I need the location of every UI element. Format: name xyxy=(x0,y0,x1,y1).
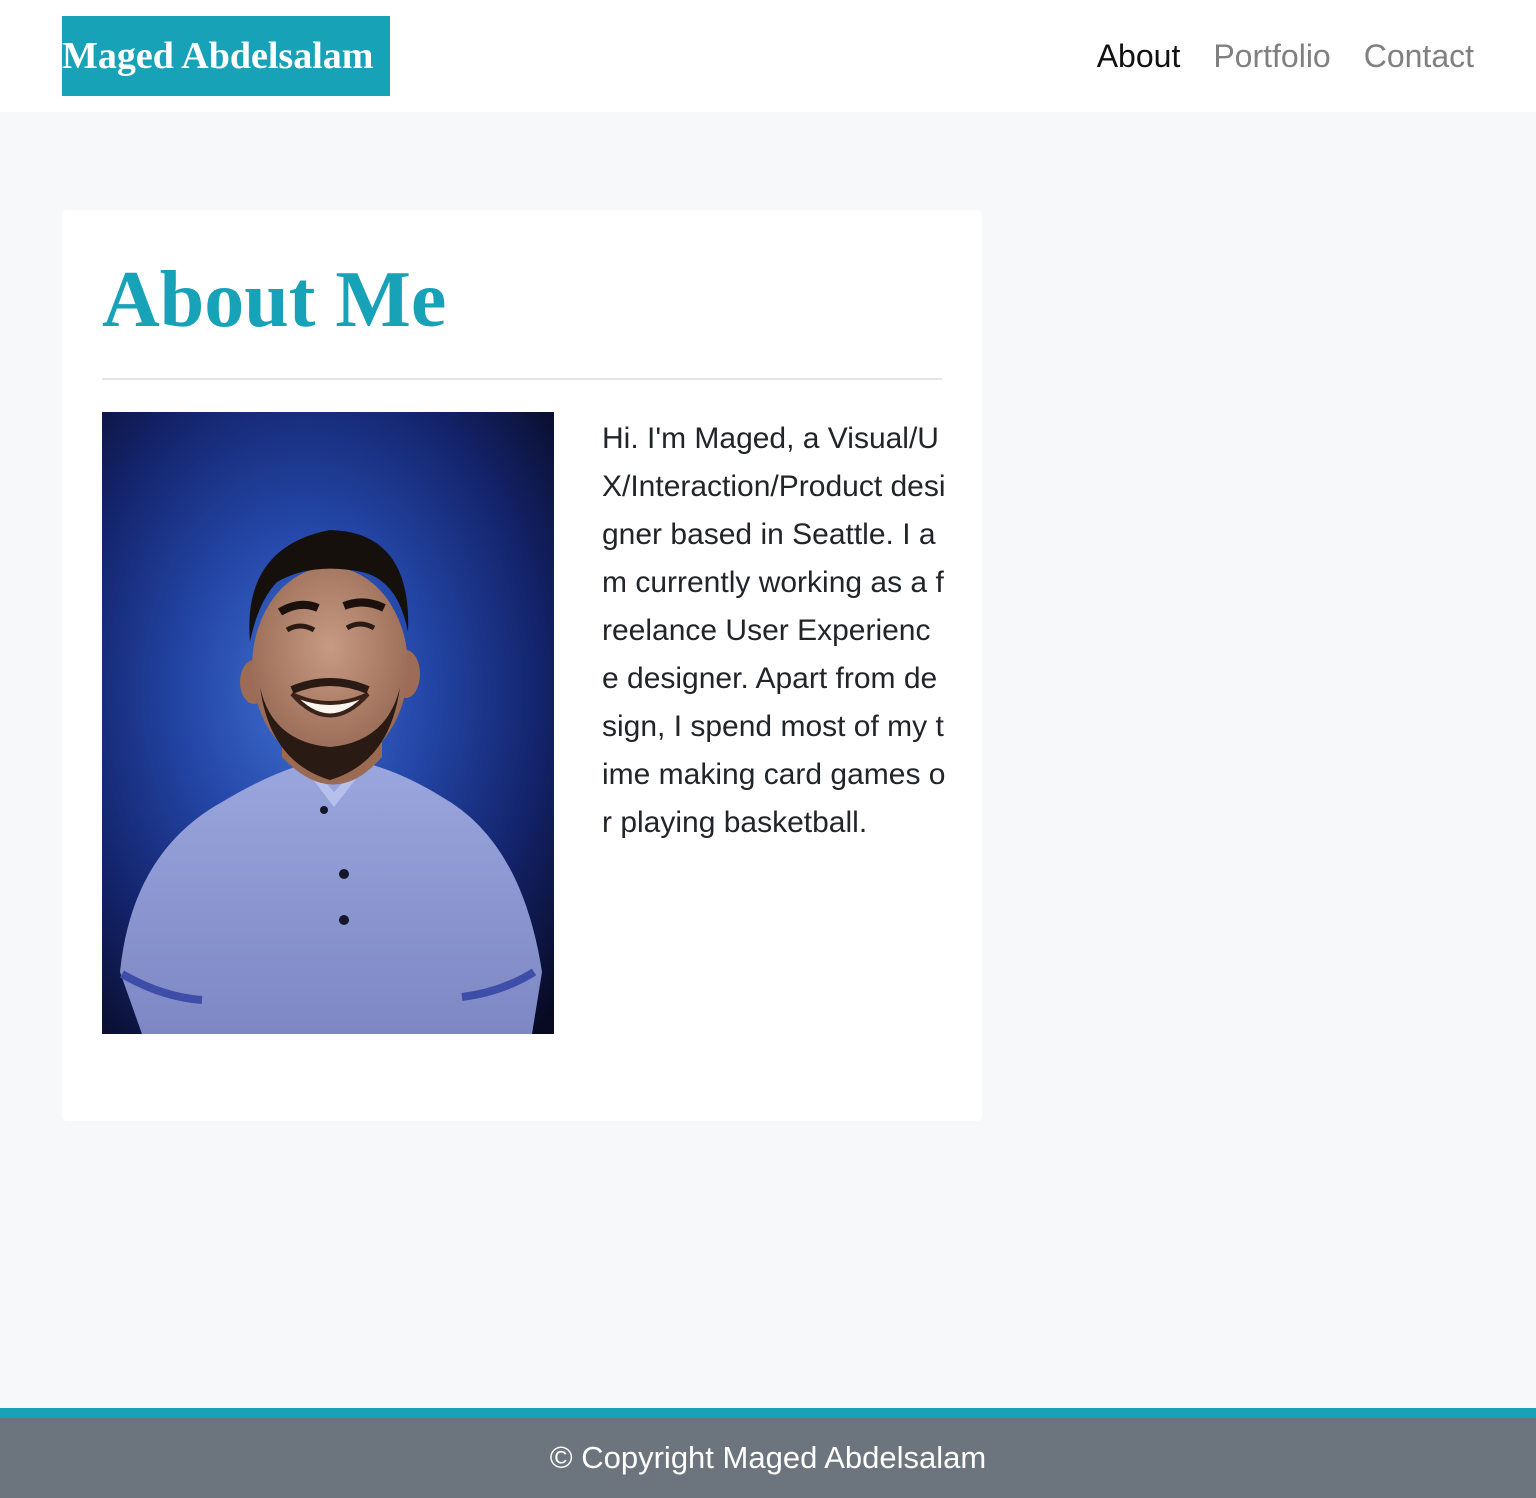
portrait-illustration xyxy=(102,412,554,1034)
nav-item-about: About xyxy=(1064,34,1181,78)
nav-item-portfolio: Portfolio xyxy=(1180,34,1330,78)
page-title: About Me xyxy=(102,256,447,344)
nav-link-portfolio[interactable]: Portfolio xyxy=(1213,34,1330,78)
navbar: Maged Abdelsalam About Portfolio Contact xyxy=(0,0,1536,112)
profile-photo xyxy=(102,412,554,1034)
nav-list: About Portfolio Contact xyxy=(1064,34,1474,78)
nav-link-about[interactable]: About xyxy=(1097,34,1181,78)
footer: © Copyright Maged Abdelsalam xyxy=(0,1408,1536,1498)
nav-item-contact: Contact xyxy=(1331,34,1474,78)
title-divider xyxy=(102,378,942,380)
copyright-text: © Copyright Maged Abdelsalam xyxy=(549,1440,987,1475)
bio-text: Hi. I'm Maged, a Visual/UX/Interaction/P… xyxy=(602,422,946,839)
brand-logo[interactable]: Maged Abdelsalam xyxy=(62,16,390,96)
about-card: About Me Hi. I'm Maged, a Visual/UX/Inte… xyxy=(62,210,982,1121)
nav-link-contact[interactable]: Contact xyxy=(1364,34,1474,78)
